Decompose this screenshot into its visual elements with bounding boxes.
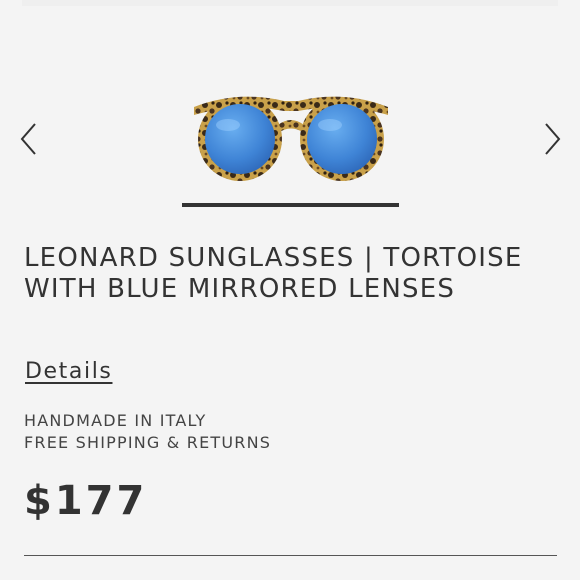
product-image-carousel: [0, 60, 580, 220]
carousel-active-indicator[interactable]: [182, 203, 399, 207]
product-title: LEONARD SUNGLASSES | TORTOISE WITH BLUE …: [24, 243, 523, 304]
product-price: $177: [24, 478, 148, 524]
carousel-prev-button[interactable]: [17, 122, 41, 156]
sunglasses-image: [188, 87, 394, 199]
carousel-next-button[interactable]: [540, 122, 564, 156]
top-strip: [22, 0, 558, 6]
chevron-left-icon: [20, 123, 36, 155]
feature-item: FREE SHIPPING & RETURNS: [24, 433, 272, 452]
feature-item: HANDMADE IN ITALY: [24, 411, 207, 430]
product-features: HANDMADE IN ITALY FREE SHIPPING & RETURN…: [24, 410, 271, 454]
divider: [24, 555, 557, 556]
chevron-right-icon: [545, 123, 561, 155]
details-link[interactable]: Details: [25, 359, 112, 384]
